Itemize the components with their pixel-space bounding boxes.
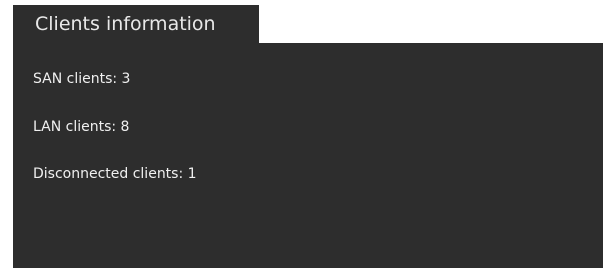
clients-information-widget: Clients information SAN clients: 3 LAN c… xyxy=(0,0,603,268)
panel-title-tab: Clients information xyxy=(13,5,259,43)
panel-title: Clients information xyxy=(35,13,216,35)
san-clients-stat: SAN clients: 3 xyxy=(33,71,131,87)
clients-info-panel: SAN clients: 3 LAN clients: 8 Disconnect… xyxy=(13,43,603,268)
lan-clients-stat: LAN clients: 8 xyxy=(33,119,130,135)
disconnected-clients-stat: Disconnected clients: 1 xyxy=(33,166,197,182)
